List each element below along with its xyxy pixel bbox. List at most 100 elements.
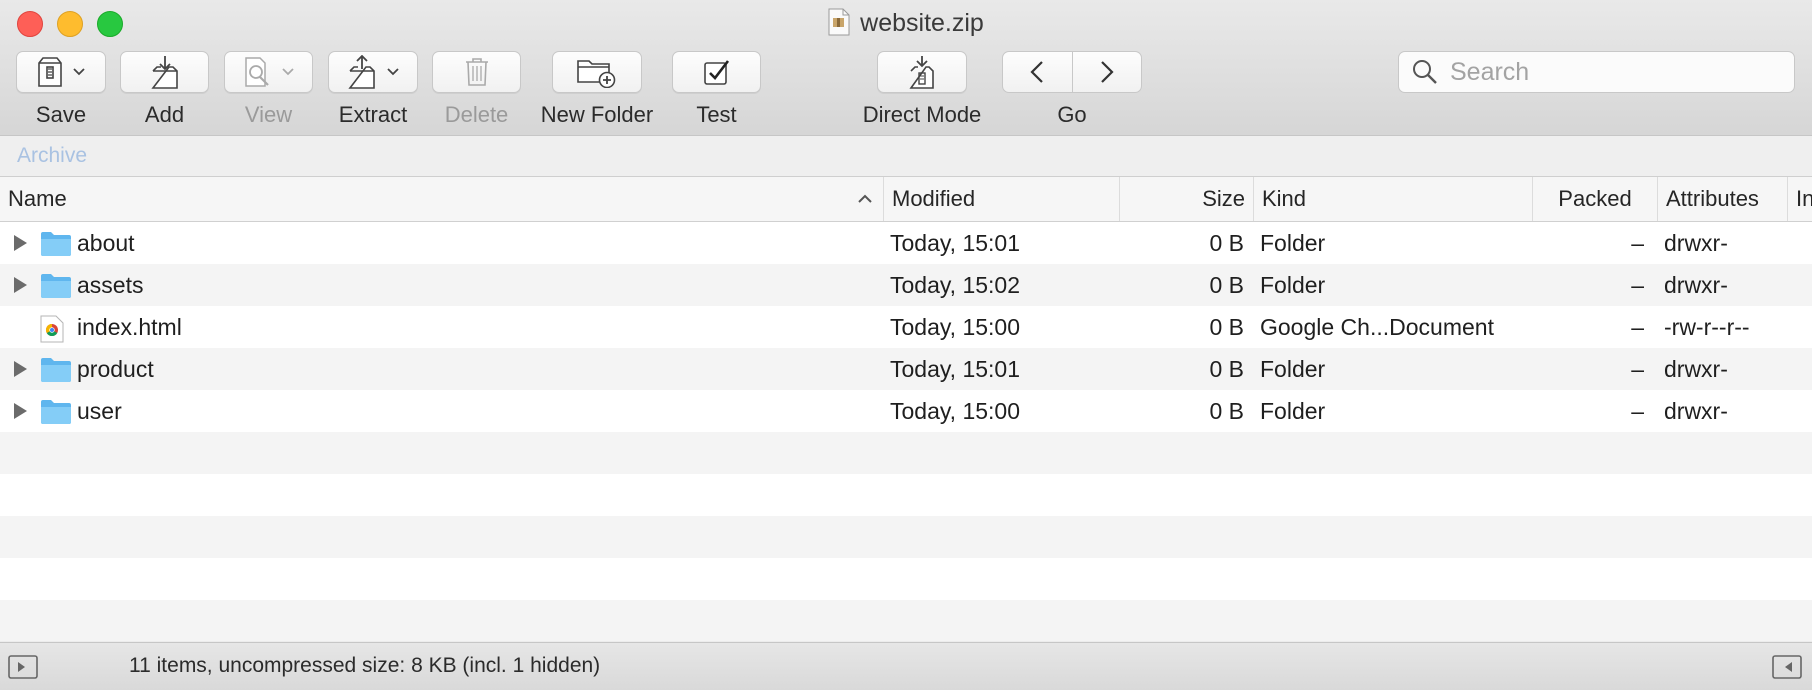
column-header-packed[interactable]: Packed bbox=[1533, 177, 1658, 221]
column-header-extra[interactable]: In bbox=[1788, 177, 1812, 221]
chevron-right-icon bbox=[1100, 61, 1114, 83]
direct-mode-label: Direct Mode bbox=[862, 102, 982, 127]
window-title-text: website.zip bbox=[860, 9, 984, 37]
add-button[interactable] bbox=[120, 51, 209, 93]
direct-mode-button[interactable] bbox=[877, 51, 967, 93]
row-modified: Today, 15:01 bbox=[890, 356, 1021, 382]
delete-tool[interactable]: Delete bbox=[432, 51, 521, 128]
extract-icon bbox=[348, 55, 375, 89]
column-header-name[interactable]: Name bbox=[0, 177, 884, 221]
column-header-kind[interactable]: Kind bbox=[1254, 177, 1533, 221]
view-label: View bbox=[244, 102, 293, 127]
column-modified-label: Modified bbox=[892, 186, 976, 211]
test-label: Test bbox=[696, 102, 737, 127]
row-packed: – bbox=[1631, 314, 1644, 340]
back-button[interactable] bbox=[1003, 52, 1073, 92]
folder-icon bbox=[40, 273, 72, 305]
folder-icon bbox=[40, 231, 72, 263]
archive-window: website.zip Save Add View Extract Delete… bbox=[0, 0, 1812, 690]
row-kind: Folder bbox=[1260, 398, 1326, 424]
row-size: 0 B bbox=[1209, 398, 1244, 424]
view-tool[interactable]: View bbox=[224, 51, 313, 128]
search-icon bbox=[1413, 60, 1437, 84]
view-button[interactable] bbox=[224, 51, 313, 93]
disclosure-triangle-icon[interactable] bbox=[14, 235, 27, 251]
disclosure-triangle-icon[interactable] bbox=[14, 277, 27, 293]
chevron-down-icon bbox=[387, 68, 399, 76]
direct-mode-icon bbox=[909, 56, 934, 89]
new-folder-tool[interactable]: New Folder bbox=[537, 51, 657, 128]
new-folder-button[interactable] bbox=[552, 51, 642, 93]
checkbox-icon bbox=[703, 60, 729, 85]
chevron-left-icon bbox=[1030, 61, 1044, 83]
empty-row bbox=[0, 474, 1812, 516]
save-tool[interactable]: Save bbox=[16, 51, 106, 128]
table-row[interactable]: about Today, 15:01 0 B Folder – drwxr- bbox=[0, 222, 1812, 264]
table-row[interactable]: user Today, 15:00 0 B Folder – drwxr- bbox=[0, 390, 1812, 432]
add-to-archive-icon bbox=[150, 56, 178, 89]
column-header-size[interactable]: Size bbox=[1120, 177, 1254, 221]
folder-icon bbox=[40, 399, 72, 431]
column-name-label: Name bbox=[8, 186, 67, 211]
row-name: assets bbox=[77, 272, 144, 298]
row-modified: Today, 15:00 bbox=[890, 314, 1021, 340]
add-tool[interactable]: Add bbox=[120, 51, 209, 128]
folder-icon bbox=[40, 357, 72, 389]
row-modified: Today, 15:01 bbox=[890, 230, 1021, 256]
quick-look-icon bbox=[244, 57, 269, 87]
new-folder-icon bbox=[577, 60, 616, 88]
add-label: Add bbox=[144, 102, 185, 127]
row-packed: – bbox=[1631, 356, 1644, 382]
search-field[interactable] bbox=[1398, 51, 1795, 93]
direct-mode-tool[interactable]: Direct Mode bbox=[857, 51, 987, 128]
row-name: user bbox=[77, 398, 122, 424]
column-extra-label: In bbox=[1796, 186, 1812, 211]
save-button[interactable] bbox=[16, 51, 106, 93]
table-row[interactable]: assets Today, 15:02 0 B Folder – drwxr- bbox=[0, 264, 1812, 306]
toggle-left-panel-icon[interactable] bbox=[8, 655, 38, 679]
chevron-down-icon bbox=[73, 68, 85, 76]
column-size-label: Size bbox=[1202, 186, 1245, 211]
table-row[interactable]: product Today, 15:01 0 B Folder – drwxr- bbox=[0, 348, 1812, 390]
column-kind-label: Kind bbox=[1262, 186, 1307, 211]
delete-button[interactable] bbox=[432, 51, 521, 93]
disclosure-triangle-icon[interactable] bbox=[14, 361, 27, 377]
sort-ascending-icon bbox=[858, 194, 872, 203]
chrome-document-icon bbox=[40, 315, 64, 349]
toolbar-area: website.zip Save Add View Extract Delete… bbox=[0, 0, 1812, 136]
file-list-table: Name Modified Size Kind Packed Attribute… bbox=[0, 177, 1812, 641]
row-modified: Today, 15:02 bbox=[890, 272, 1021, 298]
row-size: 0 B bbox=[1209, 356, 1244, 382]
path-root-archive[interactable]: Archive bbox=[17, 144, 87, 168]
row-name: about bbox=[77, 230, 135, 256]
column-packed-label: Packed bbox=[1558, 186, 1632, 211]
disclosure-triangle-icon[interactable] bbox=[14, 403, 27, 419]
new-folder-label: New Folder bbox=[540, 102, 654, 127]
row-name: index.html bbox=[77, 314, 182, 340]
row-kind: Folder bbox=[1260, 230, 1326, 256]
go-button-pair bbox=[1002, 51, 1142, 93]
column-attributes-label: Attributes bbox=[1666, 186, 1759, 211]
column-header-modified[interactable]: Modified bbox=[884, 177, 1120, 221]
toggle-right-panel-icon[interactable] bbox=[1772, 655, 1802, 679]
test-tool[interactable]: Test bbox=[672, 51, 761, 128]
save-label: Save bbox=[35, 102, 87, 127]
chevron-down-icon bbox=[281, 68, 294, 76]
extract-label: Extract bbox=[338, 102, 408, 127]
test-button[interactable] bbox=[672, 51, 761, 93]
table-row[interactable]: index.html Today, 15:00 0 B Google Ch...Doc… bbox=[0, 306, 1812, 348]
table-header: Name Modified Size Kind Packed Attribute… bbox=[0, 177, 1812, 222]
status-summary: 11 items, uncompressed size: 8 KB (incl.… bbox=[129, 654, 601, 677]
trash-icon bbox=[465, 58, 488, 86]
empty-row bbox=[0, 516, 1812, 558]
go-navigation: Go bbox=[1002, 51, 1142, 128]
row-packed: – bbox=[1631, 398, 1644, 424]
extract-tool[interactable]: Extract bbox=[328, 51, 418, 128]
row-attributes: drwxr- bbox=[1664, 272, 1728, 298]
search-input[interactable] bbox=[1448, 56, 1772, 88]
extract-button[interactable] bbox=[328, 51, 418, 93]
forward-button[interactable] bbox=[1073, 52, 1142, 92]
column-header-attributes[interactable]: Attributes bbox=[1658, 177, 1788, 221]
empty-row bbox=[0, 432, 1812, 474]
go-label: Go bbox=[1057, 102, 1087, 127]
